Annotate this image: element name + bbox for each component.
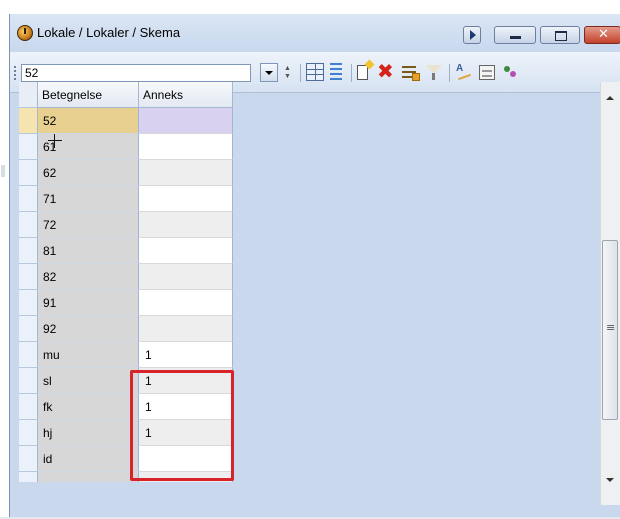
- new-record-icon[interactable]: [357, 65, 368, 80]
- row-selector[interactable]: [19, 212, 38, 238]
- play-arrow-button[interactable]: [463, 26, 481, 44]
- crosshair-cursor-icon: [48, 134, 62, 148]
- cell-anneks[interactable]: 1: [139, 342, 233, 368]
- cell-betegnelse[interactable]: 62: [38, 160, 139, 186]
- cell-anneks[interactable]: [139, 290, 233, 316]
- vertical-scrollbar[interactable]: [600, 82, 620, 505]
- cell-betegnelse[interactable]: mu: [38, 342, 139, 368]
- spinner-down-icon[interactable]: ▼: [284, 73, 291, 80]
- record-spinner[interactable]: ▲ ▼: [282, 63, 293, 82]
- column-header-betegnelse[interactable]: Betegnelse: [38, 82, 139, 108]
- cell-anneks[interactable]: [139, 160, 233, 186]
- cell-anneks[interactable]: [139, 108, 233, 134]
- cell-betegnelse[interactable]: fk: [38, 394, 139, 420]
- grid-icon[interactable]: [306, 63, 324, 81]
- table-row[interactable]: 81: [19, 238, 233, 264]
- sort-icon[interactable]: [456, 63, 474, 81]
- row-selector[interactable]: [19, 420, 38, 446]
- form-icon[interactable]: [479, 65, 495, 80]
- minimize-button[interactable]: [494, 26, 536, 44]
- filter-icon[interactable]: [425, 64, 443, 82]
- combo-dropdown-button[interactable]: [260, 63, 278, 82]
- cell-betegnelse[interactable]: 52: [38, 108, 139, 134]
- cell-anneks[interactable]: [139, 134, 233, 160]
- cell-betegnelse[interactable]: 91: [38, 290, 139, 316]
- row-selector[interactable]: [19, 316, 38, 342]
- annotation-highlight-box: [130, 370, 234, 481]
- row-selector[interactable]: [19, 108, 38, 134]
- edit-icon[interactable]: [402, 63, 420, 81]
- cell-anneks[interactable]: [139, 264, 233, 290]
- title-bar: Lokale / Lokaler / Skema ✕: [10, 14, 620, 51]
- outer-background: [0, 0, 9, 519]
- window-title: Lokale / Lokaler / Skema: [37, 25, 181, 40]
- table-row[interactable]: 82: [19, 264, 233, 290]
- record-combo[interactable]: 52: [21, 64, 251, 82]
- row-selector[interactable]: [19, 290, 38, 316]
- close-button[interactable]: ✕: [584, 26, 620, 44]
- column-header-anneks[interactable]: Anneks: [139, 82, 233, 108]
- toolbar-separator: [351, 64, 352, 82]
- cell-betegnelse[interactable]: sl: [38, 368, 139, 394]
- maximize-button[interactable]: [540, 26, 580, 44]
- cell-betegnelse[interactable]: id: [38, 446, 139, 472]
- scroll-up-icon[interactable]: [606, 96, 614, 100]
- table-row[interactable]: 62: [19, 160, 233, 186]
- scrollbar-thumb[interactable]: [602, 240, 618, 420]
- cell-anneks[interactable]: [139, 212, 233, 238]
- toolbar-separator: [300, 64, 301, 82]
- row-selector[interactable]: [19, 238, 38, 264]
- table-row[interactable]: 72: [19, 212, 233, 238]
- row-selector[interactable]: [19, 446, 38, 472]
- record-combo-value: 52: [25, 66, 39, 80]
- header-corner[interactable]: [19, 82, 38, 108]
- table-row[interactable]: mu 1: [19, 342, 233, 368]
- cell-betegnelse[interactable]: 71: [38, 186, 139, 212]
- cell-betegnelse[interactable]: hj: [38, 420, 139, 446]
- cell-betegnelse[interactable]: 82: [38, 264, 139, 290]
- row-selector[interactable]: [19, 134, 38, 160]
- table-row[interactable]: 71: [19, 186, 233, 212]
- cell-anneks[interactable]: [139, 316, 233, 342]
- row-selector[interactable]: [19, 394, 38, 420]
- grid-header: Betegnelse Anneks: [19, 82, 233, 108]
- toolbar-separator: [449, 64, 450, 82]
- row-selector[interactable]: [19, 160, 38, 186]
- table-row[interactable]: 92: [19, 316, 233, 342]
- rows-icon[interactable]: [330, 63, 342, 81]
- cell-anneks[interactable]: [139, 238, 233, 264]
- toolbar-grip-icon[interactable]: [14, 66, 16, 80]
- row-selector[interactable]: [19, 368, 38, 394]
- cell-anneks[interactable]: [139, 186, 233, 212]
- cell-betegnelse[interactable]: [38, 472, 139, 482]
- outer-edge-mark: [1, 165, 5, 177]
- row-selector[interactable]: [19, 186, 38, 212]
- users-icon[interactable]: [502, 63, 520, 81]
- cell-betegnelse[interactable]: 72: [38, 212, 139, 238]
- row-selector[interactable]: [19, 342, 38, 368]
- cell-betegnelse[interactable]: 92: [38, 316, 139, 342]
- scroll-down-icon[interactable]: [606, 478, 614, 482]
- close-icon: ✕: [598, 27, 609, 42]
- app-clock-icon[interactable]: [17, 25, 33, 41]
- row-selector[interactable]: [19, 472, 38, 482]
- table-row[interactable]: 52: [19, 108, 233, 134]
- row-selector[interactable]: [19, 264, 38, 290]
- spinner-up-icon[interactable]: ▲: [284, 65, 291, 72]
- cell-betegnelse[interactable]: 81: [38, 238, 139, 264]
- delete-icon[interactable]: ✖: [377, 61, 395, 81]
- table-row[interactable]: 91: [19, 290, 233, 316]
